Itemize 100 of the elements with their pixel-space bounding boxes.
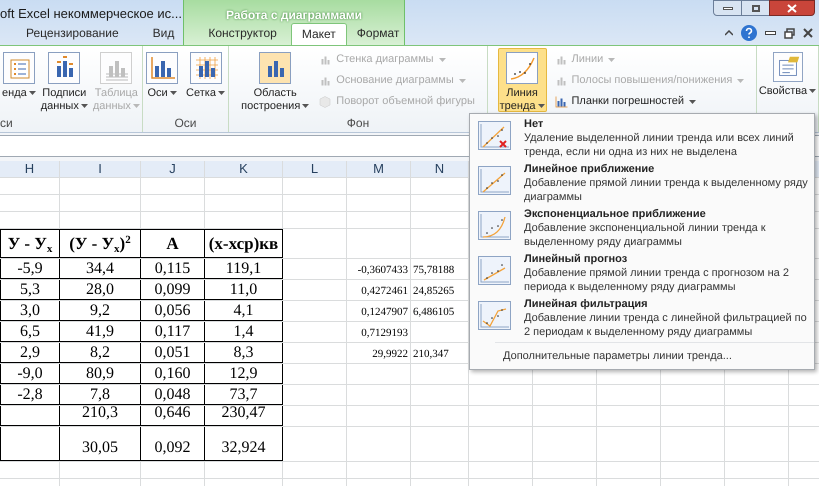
caret-icon — [218, 91, 225, 96]
ribbon-button[interactable]: Область построения — [239, 48, 312, 112]
close-icon[interactable] — [803, 28, 813, 38]
table-cell: 0,7129193 — [361, 327, 408, 339]
caret-icon — [809, 89, 816, 94]
table-cell: 5,3 — [0, 280, 60, 300]
table-cell: У - У$_{х}$ — [0, 229, 60, 258]
caret-icon — [80, 104, 88, 108]
table-cell: 34,4 — [60, 259, 141, 279]
caret-icon — [438, 58, 446, 62]
menu-item-description: Добавление линии тренда с линейной фильтрацией по 2 периодам к выделенному ряду диаграммы — [524, 311, 808, 339]
ribbon-tab[interactable]: Рецензирование — [16, 23, 129, 45]
menu-item-title: Линейная фильтрация — [524, 297, 649, 311]
table-cell: 73,7 — [205, 385, 283, 405]
column-header[interactable]: K — [239, 161, 248, 176]
table-cell: 7,8 — [60, 385, 141, 405]
table-cell: 0,048 — [141, 385, 205, 405]
ribbon-tab[interactable]: Формат — [346, 23, 410, 45]
menu-item[interactable]: Линейное приближение Добавление прямой линии тренда к выделенному ряду диаграммы — [470, 162, 814, 207]
table-cell: 0,056 — [141, 301, 205, 321]
help-icon[interactable] — [741, 25, 757, 41]
table-cell: 80,9 — [60, 364, 141, 384]
table-cell: (х-хср)кв — [205, 229, 283, 258]
column-header[interactable]: I — [98, 161, 102, 176]
menu-item-description: Добавление экспоненциальной линии тренда к выделенному ряду диаграммы — [524, 221, 767, 249]
menu-item-description: Удаление выделенной линии тренда или всех линий тренда, если ни одна из них не выделена — [524, 131, 795, 159]
grid-chart-icon — [190, 52, 222, 84]
minimize-button[interactable] — [713, 0, 742, 16]
column-header[interactable]: M — [373, 161, 384, 176]
close-icon — [787, 4, 797, 12]
menu-item[interactable]: Экспоненциальное приближение Добавление экспоненциальной линии тренда к выделенному ряду диаграммы — [470, 207, 814, 252]
table-cell: 29,9922 — [372, 348, 408, 360]
ribbon-button[interactable]: Планки погрешностей — [550, 91, 746, 112]
group-label: Оси — [174, 116, 197, 130]
collapse-ribbon-icon[interactable] — [725, 30, 733, 36]
ribbon-button[interactable]: Оси — [144, 48, 180, 112]
ribbon-tab[interactable]: Конструктор — [198, 23, 287, 45]
table-cell: 210,347 — [413, 348, 449, 360]
menu-item-description: Добавление прямой линии тренда к выделенному ряду диаграммы — [524, 176, 809, 204]
table-cell: 30,05 — [60, 427, 141, 461]
menu-item-title: Нет — [524, 117, 544, 131]
menu-item-title: Линейный прогноз — [524, 252, 628, 266]
ribbon-tab[interactable]: Вид — [142, 23, 184, 45]
table-cell: 0,4272461 — [361, 285, 408, 297]
forecast-trendline-icon — [478, 256, 512, 286]
caret-icon — [302, 104, 310, 108]
legend-icon — [2, 52, 35, 84]
menu-item[interactable]: Нет Удаление выделенной линии тренда или всех линий тренда, если ни одна из них не выделена — [470, 117, 814, 162]
close-button[interactable] — [769, 0, 815, 16]
table-cell: 2,9 — [0, 343, 60, 363]
properties-icon — [772, 52, 802, 82]
trendline-icon — [506, 52, 538, 84]
menu-item[interactable]: Линейная фильтрация Добавление линии тренда с линейной фильтрацией по 2 периодам к выделенному ряду диаграммы — [470, 297, 814, 342]
menu-item-title: Линейное приближение — [524, 162, 656, 176]
column-header[interactable]: N — [434, 161, 444, 176]
ribbon-button[interactable]: Подписи данных — [38, 48, 90, 112]
column-header[interactable]: J — [169, 161, 176, 176]
table-chart-icon — [100, 52, 132, 84]
table-cell: 24,85265 — [413, 285, 454, 297]
table-cell: 32,924 — [205, 427, 283, 461]
table-cell: 8,3 — [205, 343, 283, 363]
table-cell: 11,0 — [205, 280, 283, 300]
table-cell: 6,486105 — [413, 306, 454, 318]
caret-icon — [132, 104, 140, 108]
column-header[interactable]: H — [24, 161, 34, 176]
table-cell: 41,9 — [60, 322, 141, 342]
table-cell: (У - У$_{х}$)$^{2}$ — [60, 229, 141, 258]
table-cell: -0,3607433 — [358, 264, 408, 276]
table-cell — [0, 427, 60, 461]
table-cell: -9,0 — [0, 364, 60, 384]
ribbon-button[interactable]: Линия тренда — [498, 48, 547, 112]
table-cell: 0,099 — [141, 280, 205, 300]
table-cell: 75,78188 — [413, 264, 454, 276]
caret-icon — [538, 104, 545, 108]
menu-item[interactable]: Линейный прогноз Добавление прямой линии тренда с прогнозом на 2 периода к выделенному ряду диаграммы — [470, 252, 814, 297]
table-cell: 3,0 — [0, 301, 60, 321]
table-cell: 8,2 — [60, 343, 141, 363]
group-label: Фон — [346, 116, 370, 130]
menu-item-title: Экспоненциальное приближение — [524, 207, 707, 221]
plot-area-icon — [259, 52, 292, 84]
table-cell: 12,9 — [205, 364, 283, 384]
exponential-trendline-icon — [478, 211, 512, 241]
ribbon-button[interactable]: енда — [0, 48, 38, 112]
ribbon-button[interactable]: Сетка — [184, 48, 227, 112]
menu-item[interactable]: Дополнительные параметры линии тренда... — [495, 349, 732, 363]
minimize-icon[interactable] — [765, 31, 776, 35]
error-bars-icon — [552, 94, 569, 110]
caret-icon — [689, 100, 696, 104]
restore-icon[interactable] — [784, 28, 795, 38]
ribbon-tab[interactable]: Макет — [290, 23, 347, 45]
column-header[interactable]: L — [310, 161, 318, 176]
table-cell: 9,2 — [60, 301, 141, 321]
linear-trendline-icon — [478, 166, 512, 196]
table-cell: 4,1 — [205, 301, 283, 321]
restore-button[interactable] — [742, 0, 769, 16]
table-cell: 28,0 — [60, 280, 141, 300]
table-cell: -5,9 — [0, 259, 60, 279]
axes-chart-icon — [146, 52, 178, 84]
group-label: си — [0, 116, 13, 130]
ribbon-button[interactable]: Свойства — [756, 48, 818, 112]
